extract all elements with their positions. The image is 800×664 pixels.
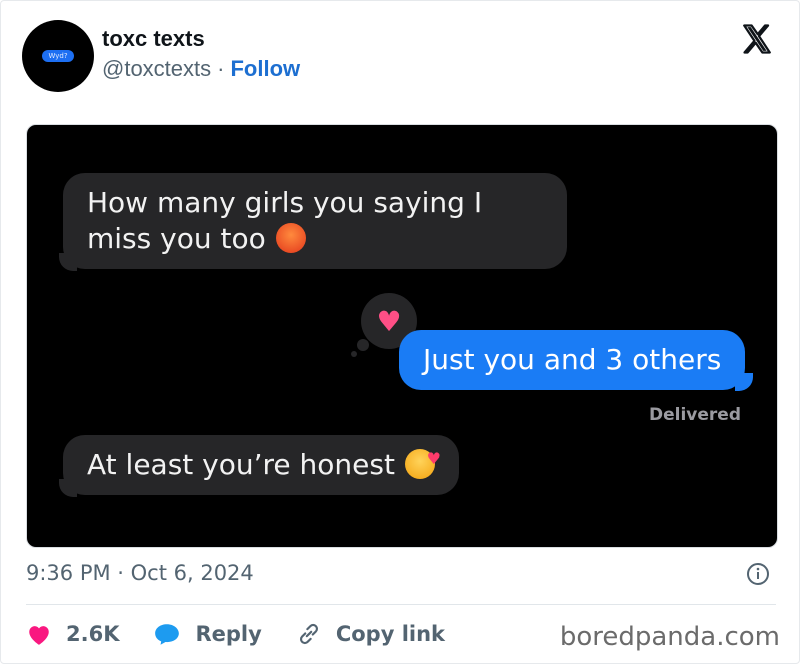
message-text: At least you’re honest — [87, 448, 395, 481]
delivered-status: Delivered — [649, 405, 741, 425]
incoming-message-bubble: How many girls you saying I miss you too — [63, 173, 567, 269]
reply-label: Reply — [195, 622, 262, 646]
handle-separator: · — [217, 56, 225, 81]
smiling-face-with-hearts-icon — [404, 441, 441, 479]
display-name[interactable]: toxc texts — [102, 26, 205, 52]
bubble-tail — [59, 479, 77, 497]
info-icon[interactable] — [746, 562, 770, 586]
avatar-text: Wyd? — [42, 50, 74, 62]
follow-button[interactable]: Follow — [230, 56, 300, 81]
heart-icon — [29, 626, 49, 645]
timestamp[interactable]: 9:36 PM · Oct 6, 2024 — [26, 561, 254, 585]
bubble-tail — [735, 373, 753, 391]
incoming-message-bubble: At least you’re honest — [63, 435, 459, 495]
angry-face-icon — [275, 223, 306, 253]
like-button[interactable]: 2.6K — [26, 622, 119, 646]
like-count: 2.6K — [66, 622, 120, 646]
bubble-tail — [59, 253, 77, 271]
message-screenshot: How many girls you saying I miss you too… — [26, 124, 778, 548]
handle[interactable]: @toxctexts — [102, 56, 211, 81]
x-logo-icon[interactable] — [740, 22, 774, 56]
reaction-dot — [351, 351, 357, 357]
outgoing-message-bubble: Just you and 3 others — [399, 330, 746, 390]
action-bar: 2.6K Reply Copy link — [26, 616, 479, 652]
handle-row: @toxctexts · Follow — [102, 56, 300, 82]
avatar[interactable]: Wyd? — [22, 20, 94, 92]
link-icon — [299, 623, 318, 645]
reaction-dot — [357, 339, 369, 351]
copy-link-label: Copy link — [335, 622, 446, 646]
watermark: boredpanda.com — [559, 622, 780, 652]
message-text: Just you and 3 others — [423, 343, 722, 376]
divider — [26, 604, 776, 605]
copy-link-button[interactable]: Copy link — [296, 621, 445, 647]
reply-bubble-icon — [155, 624, 180, 645]
reply-button[interactable]: Reply — [153, 622, 262, 646]
